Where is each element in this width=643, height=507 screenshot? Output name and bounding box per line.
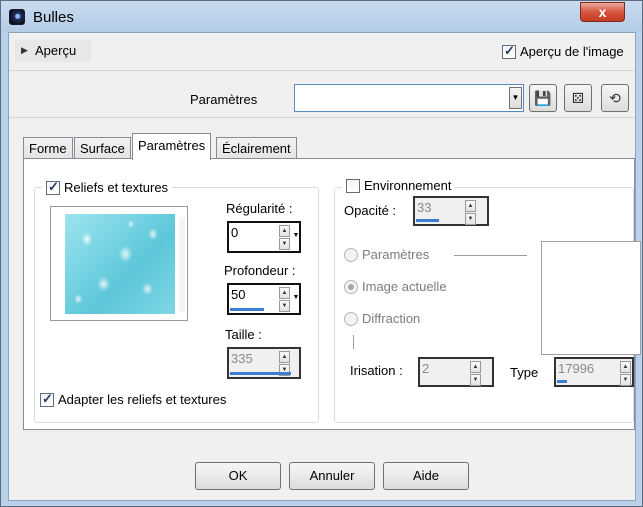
help-button[interactable]: Aide [383, 462, 469, 490]
environment-checkbox[interactable] [346, 178, 360, 193]
profondeur-spinner[interactable]: 50 ▲ ▼ ▼ [227, 283, 301, 315]
spin-menu-icon[interactable]: ▼ [292, 232, 300, 242]
chevron-right-icon: ▶ [21, 45, 28, 55]
opacite-level [416, 219, 439, 222]
profondeur-level [230, 308, 264, 311]
presets-label: Paramètres [190, 92, 258, 107]
spin-up-icon[interactable]: ▲ [470, 361, 481, 373]
app-icon [9, 9, 25, 25]
environment-toggle[interactable]: Environnement [342, 177, 456, 194]
save-preset-button[interactable]: 💾 [529, 84, 557, 112]
environment-label: Environnement [364, 178, 452, 194]
type-value: 17996 [558, 361, 595, 376]
tab-parametres[interactable]: Paramètres [132, 133, 212, 160]
regularite-value: 0 [231, 225, 239, 240]
reset-button[interactable]: ⟲ [601, 84, 629, 112]
texture-swatch[interactable] [50, 206, 188, 321]
radio-image-actuelle[interactable] [344, 279, 358, 294]
adapt-reliefs-label: Adapter les reliefs et textures [58, 392, 227, 408]
radio-parametres-option[interactable]: Paramètres [344, 246, 429, 262]
spin-menu-icon[interactable]: ▼ [292, 294, 300, 304]
dialog-client: ▶ Aperçu Aperçu de l'image Paramètres ▼ … [8, 32, 641, 501]
opacite-label: Opacité : [344, 203, 397, 218]
window-title: Bulles [33, 9, 74, 26]
regularite-spinner[interactable]: 0 ▲ ▼ ▼ [227, 221, 301, 253]
image-preview-option[interactable]: Aperçu de l'image [502, 43, 624, 59]
taille-value: 335 [231, 351, 253, 366]
radio-diffraction-option[interactable]: Diffraction [344, 310, 420, 326]
image-preview-checkbox[interactable] [502, 43, 516, 59]
title-bar[interactable]: Bulles x [1, 1, 642, 32]
dialog-window: Bulles x ▶ Aperçu Aperçu de l'image Para… [0, 0, 643, 507]
dice-icon: ⚄ [571, 90, 585, 106]
environment-preview[interactable] [541, 241, 641, 355]
preview-bar: ▶ Aperçu Aperçu de l'image [9, 33, 635, 69]
ok-button[interactable]: OK [195, 462, 281, 490]
profondeur-label: Profondeur : [224, 263, 296, 278]
presets-combobox[interactable]: ▼ [294, 84, 524, 112]
tab-surface[interactable]: Surface [74, 137, 131, 159]
image-preview-label: Aperçu de l'image [520, 44, 624, 60]
spin-down-icon[interactable]: ▼ [279, 238, 290, 250]
preview-toggle-label: Aperçu [35, 43, 77, 58]
reset-icon: ⟲ [609, 90, 621, 106]
radio-parametres-label: Paramètres [362, 247, 430, 263]
dropdown-arrow-icon[interactable]: ▼ [509, 87, 522, 109]
spin-down-icon[interactable]: ▼ [470, 374, 481, 386]
type-label: Type [510, 365, 539, 380]
reliefs-label: Reliefs et textures [64, 180, 169, 196]
tab-forme[interactable]: Forme [23, 137, 73, 159]
presets-row: Paramètres ▼ 💾 ⚄ ⟲ [9, 70, 635, 118]
opacite-spinner[interactable]: 33 ▲ ▼ [413, 196, 489, 226]
spin-down-icon[interactable]: ▼ [279, 300, 290, 312]
taille-spinner[interactable]: 335 ▲ ▼ [227, 347, 301, 379]
close-button[interactable]: x [580, 2, 625, 22]
reliefs-checkbox[interactable] [46, 179, 60, 195]
spin-up-icon[interactable]: ▲ [620, 361, 631, 373]
randomize-button[interactable]: ⚄ [564, 84, 592, 112]
adapt-reliefs-option[interactable]: Adapter les reliefs et textures [40, 391, 226, 407]
opacite-value: 33 [417, 200, 432, 215]
preview-toggle-button[interactable]: ▶ Aperçu [15, 40, 91, 62]
cancel-button[interactable]: Annuler [289, 462, 375, 490]
regularite-label: Régularité : [226, 201, 293, 216]
spin-up-icon[interactable]: ▲ [465, 200, 476, 212]
divider [353, 335, 354, 349]
radio-diffraction[interactable] [344, 311, 358, 326]
radio-parametres[interactable] [344, 247, 358, 262]
spin-down-icon[interactable]: ▼ [465, 213, 476, 225]
spin-up-icon[interactable]: ▲ [279, 351, 290, 363]
irisation-spinner[interactable]: 2 ▲ ▼ [418, 357, 494, 387]
radio-image-actuelle-label: Image actuelle [362, 279, 447, 295]
adapt-reliefs-checkbox[interactable] [40, 391, 54, 407]
profondeur-value: 50 [231, 287, 246, 302]
save-icon: 💾 [534, 90, 552, 106]
spin-down-icon[interactable]: ▼ [620, 374, 631, 386]
type-level [557, 380, 567, 383]
spin-up-icon[interactable]: ▲ [279, 225, 290, 237]
reliefs-toggle[interactable]: Reliefs et textures [42, 179, 173, 196]
taille-label: Taille : [225, 327, 262, 342]
radio-diffraction-label: Diffraction [362, 311, 421, 327]
taille-level [230, 372, 291, 375]
irisation-value: 2 [422, 361, 430, 376]
radio-image-actuelle-option[interactable]: Image actuelle [344, 278, 447, 294]
tab-eclairement[interactable]: Éclairement [216, 137, 297, 159]
tab-panel: Reliefs et textures Régularité : 0 ▲ ▼ ▼… [23, 158, 641, 430]
irisation-label: Irisation : [350, 363, 403, 378]
type-spinner[interactable]: 17996 ▲ ▼ [554, 357, 634, 387]
spin-up-icon[interactable]: ▲ [279, 287, 290, 299]
divider [454, 255, 527, 256]
texture-scrollbar[interactable] [179, 217, 185, 312]
bubble-texture-image [65, 214, 175, 314]
